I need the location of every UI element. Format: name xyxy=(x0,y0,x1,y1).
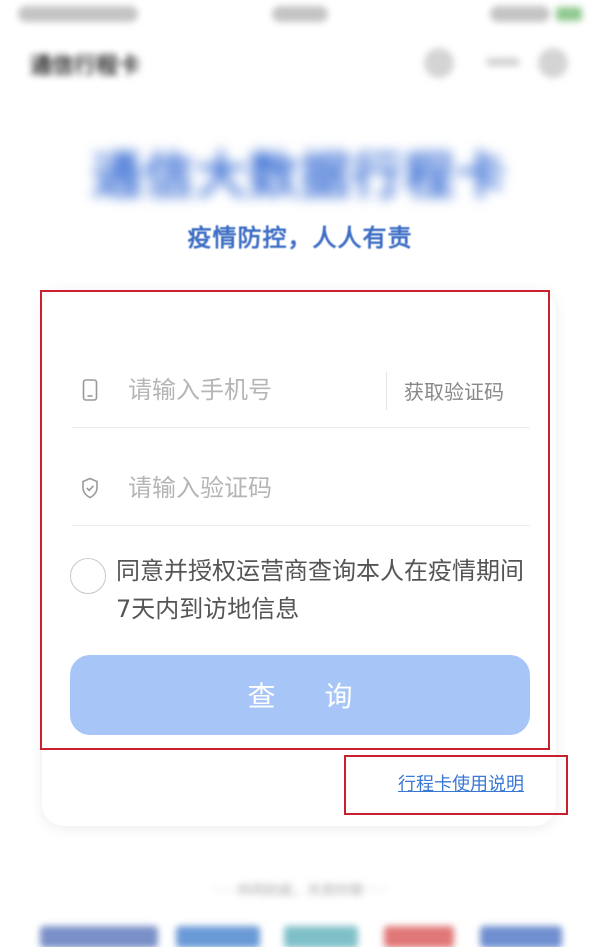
share-icon[interactable] xyxy=(424,48,454,78)
agreement-row: 同意并授权运营商查询本人在疫情期间7天内到访地信息 xyxy=(70,552,540,632)
nav-title: 通信行程卡 xyxy=(30,54,141,79)
status-bar xyxy=(0,0,600,34)
nav-bar: 通信行程卡 xyxy=(0,34,600,90)
get-code-button[interactable]: 获取验证码 xyxy=(404,376,504,405)
close-circle-icon[interactable] xyxy=(538,48,568,78)
agreement-text: 同意并授权运营商查询本人在疫情期间7天内到访地信息 xyxy=(116,557,524,623)
agreement-checkbox[interactable] xyxy=(70,558,106,594)
field-divider xyxy=(386,372,387,410)
code-row xyxy=(72,450,530,526)
code-input[interactable] xyxy=(128,468,378,508)
phone-input[interactable] xyxy=(128,370,378,410)
carrier-signal xyxy=(18,6,138,22)
status-time xyxy=(272,6,328,22)
partner-logo xyxy=(40,926,158,947)
partner-logo xyxy=(284,926,358,947)
status-indicators xyxy=(490,6,550,22)
battery-icon xyxy=(556,7,582,21)
partner-logo xyxy=(176,926,260,947)
phone-icon xyxy=(80,378,100,402)
page-slogan: 疫情防控，人人有责 xyxy=(187,224,413,252)
footer-divider-right xyxy=(318,889,388,890)
more-dots-icon[interactable] xyxy=(486,58,520,66)
usage-guide-link[interactable]: 行程卡使用说明 xyxy=(398,770,524,796)
phone-row: 获取验证码 xyxy=(72,352,530,428)
query-button[interactable]: 查 询 xyxy=(70,655,530,735)
partner-logo xyxy=(384,926,454,947)
page-title: 通信大数据行程卡 xyxy=(92,147,508,205)
partner-logo xyxy=(480,926,562,947)
footer-label: 共同抗疫，共克时艰 xyxy=(237,883,363,899)
shield-icon xyxy=(80,476,100,500)
partner-logos xyxy=(40,926,580,947)
